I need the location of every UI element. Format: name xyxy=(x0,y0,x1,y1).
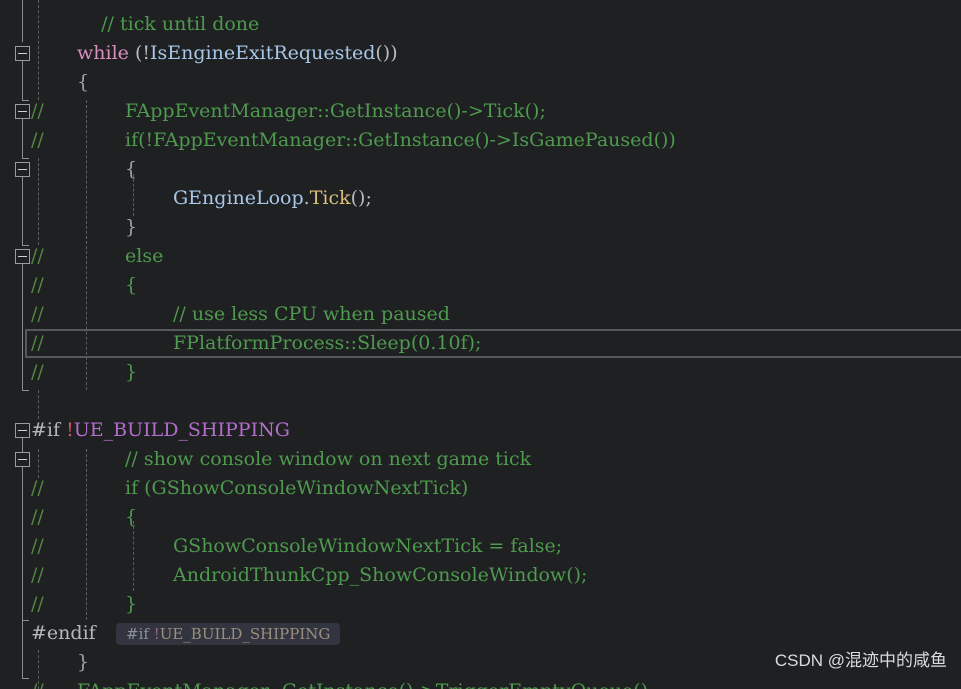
inlay-prefix: #if xyxy=(126,625,154,643)
commented-out-marker: // xyxy=(31,593,44,615)
code-text: } xyxy=(125,361,138,383)
code-line[interactable]: // { xyxy=(0,271,961,300)
code-line[interactable]: // } xyxy=(0,590,961,619)
code-line[interactable]: { xyxy=(0,155,961,184)
code-text: { xyxy=(77,71,90,93)
code-line[interactable]: // if(!FAppEventManager::GetInstance()->… xyxy=(0,126,961,155)
token-identifier: IsEngineExitRequested xyxy=(150,42,376,64)
inlay-macro: UE_BUILD_SHIPPING xyxy=(159,625,331,643)
code-editor[interactable]: // tick until done while (!IsEngineExitR… xyxy=(0,0,961,689)
watermark: CSDN @混迹中的咸鱼 xyxy=(774,651,947,670)
code-text: FPlatformProcess::Sleep(0.10f); xyxy=(173,332,482,354)
code-text: // tick until done xyxy=(77,13,260,35)
code-text: if (GShowConsoleWindowNextTick) xyxy=(125,477,469,499)
code-line[interactable] xyxy=(0,387,961,416)
commented-out-marker: // xyxy=(31,564,44,586)
code-text: GShowConsoleWindowNextTick = false; xyxy=(173,535,563,557)
code-line[interactable]: // FAppEventManager::GetInstance()->Tick… xyxy=(0,97,961,126)
commented-out-marker: // xyxy=(31,100,44,122)
code-line[interactable]: // FAppEventManager::GetInstance()->Trig… xyxy=(0,677,961,689)
commented-out-marker: // xyxy=(31,506,44,528)
code-text: else xyxy=(125,245,164,267)
code-text: FAppEventManager::GetInstance()->Trigger… xyxy=(77,677,654,689)
code-text: FAppEventManager::GetInstance()->Tick(); xyxy=(125,100,546,122)
commented-out-marker: // xyxy=(31,303,44,325)
code-line[interactable]: // FPlatformProcess::Sleep(0.10f); xyxy=(0,329,961,358)
code-text: // show console window on next game tick xyxy=(125,448,532,470)
token-punct: ()) xyxy=(375,42,398,64)
code-line[interactable]: } xyxy=(0,213,961,242)
commented-out-marker: // xyxy=(31,477,44,499)
code-line[interactable]: // else xyxy=(0,242,961,271)
commented-out-marker: // xyxy=(31,677,44,689)
commented-out-marker: // xyxy=(31,535,44,557)
code-text: { xyxy=(125,158,138,180)
code-line[interactable]: // show console window on next game tick xyxy=(0,445,961,474)
code-text: AndroidThunkCpp_ShowConsoleWindow(); xyxy=(173,564,588,586)
code-line[interactable]: #if !UE_BUILD_SHIPPING xyxy=(0,416,961,445)
code-line[interactable]: GEngineLoop.Tick(); xyxy=(0,184,961,213)
commented-out-marker: // xyxy=(31,129,44,151)
token-identifier: GEngineLoop xyxy=(173,187,304,209)
inlay-hint-endif: #if !UE_BUILD_SHIPPING xyxy=(116,623,341,645)
token-preprocessor-negation: ! xyxy=(66,419,74,441)
code-text: { xyxy=(125,274,138,296)
token-preprocessor: #if xyxy=(31,419,67,441)
commented-out-marker: // xyxy=(31,274,44,296)
token-function: Tick xyxy=(309,187,351,209)
token-punct: (! xyxy=(128,42,150,64)
code-line[interactable]: // { xyxy=(0,503,961,532)
code-line[interactable]: while (!IsEngineExitRequested()) xyxy=(0,39,961,68)
code-text: #if !UE_BUILD_SHIPPING xyxy=(31,416,290,445)
code-text: } xyxy=(125,216,138,238)
token-preprocessor-macro: UE_BUILD_SHIPPING xyxy=(73,419,290,441)
commented-out-marker: // xyxy=(31,245,44,267)
code-text: // use less CPU when paused xyxy=(173,303,450,325)
code-line[interactable]: { xyxy=(0,68,961,97)
commented-out-marker: // xyxy=(31,361,44,383)
code-line[interactable]: // if (GShowConsoleWindowNextTick) xyxy=(0,474,961,503)
code-line[interactable]: // // use less CPU when paused xyxy=(0,300,961,329)
code-line[interactable]: // GShowConsoleWindowNextTick = false; xyxy=(0,532,961,561)
code-text: } xyxy=(77,651,90,673)
code-text: } xyxy=(125,593,138,615)
code-line[interactable]: // AndroidThunkCpp_ShowConsoleWindow(); xyxy=(0,561,961,590)
code-line[interactable]: #endif #if !UE_BUILD_SHIPPING xyxy=(0,619,961,648)
token-keyword: while xyxy=(77,42,129,64)
code-text: { xyxy=(125,506,138,528)
code-line[interactable]: // tick until done xyxy=(0,10,961,39)
code-text: GEngineLoop.Tick(); xyxy=(173,184,372,213)
token-punct: (); xyxy=(350,187,372,209)
commented-out-marker: // xyxy=(31,332,44,354)
code-text: #endif xyxy=(31,622,96,644)
code-text: if(!FAppEventManager::GetInstance()->IsG… xyxy=(125,129,676,151)
code-line[interactable]: // } xyxy=(0,358,961,387)
code-text: while (!IsEngineExitRequested()) xyxy=(77,39,398,68)
